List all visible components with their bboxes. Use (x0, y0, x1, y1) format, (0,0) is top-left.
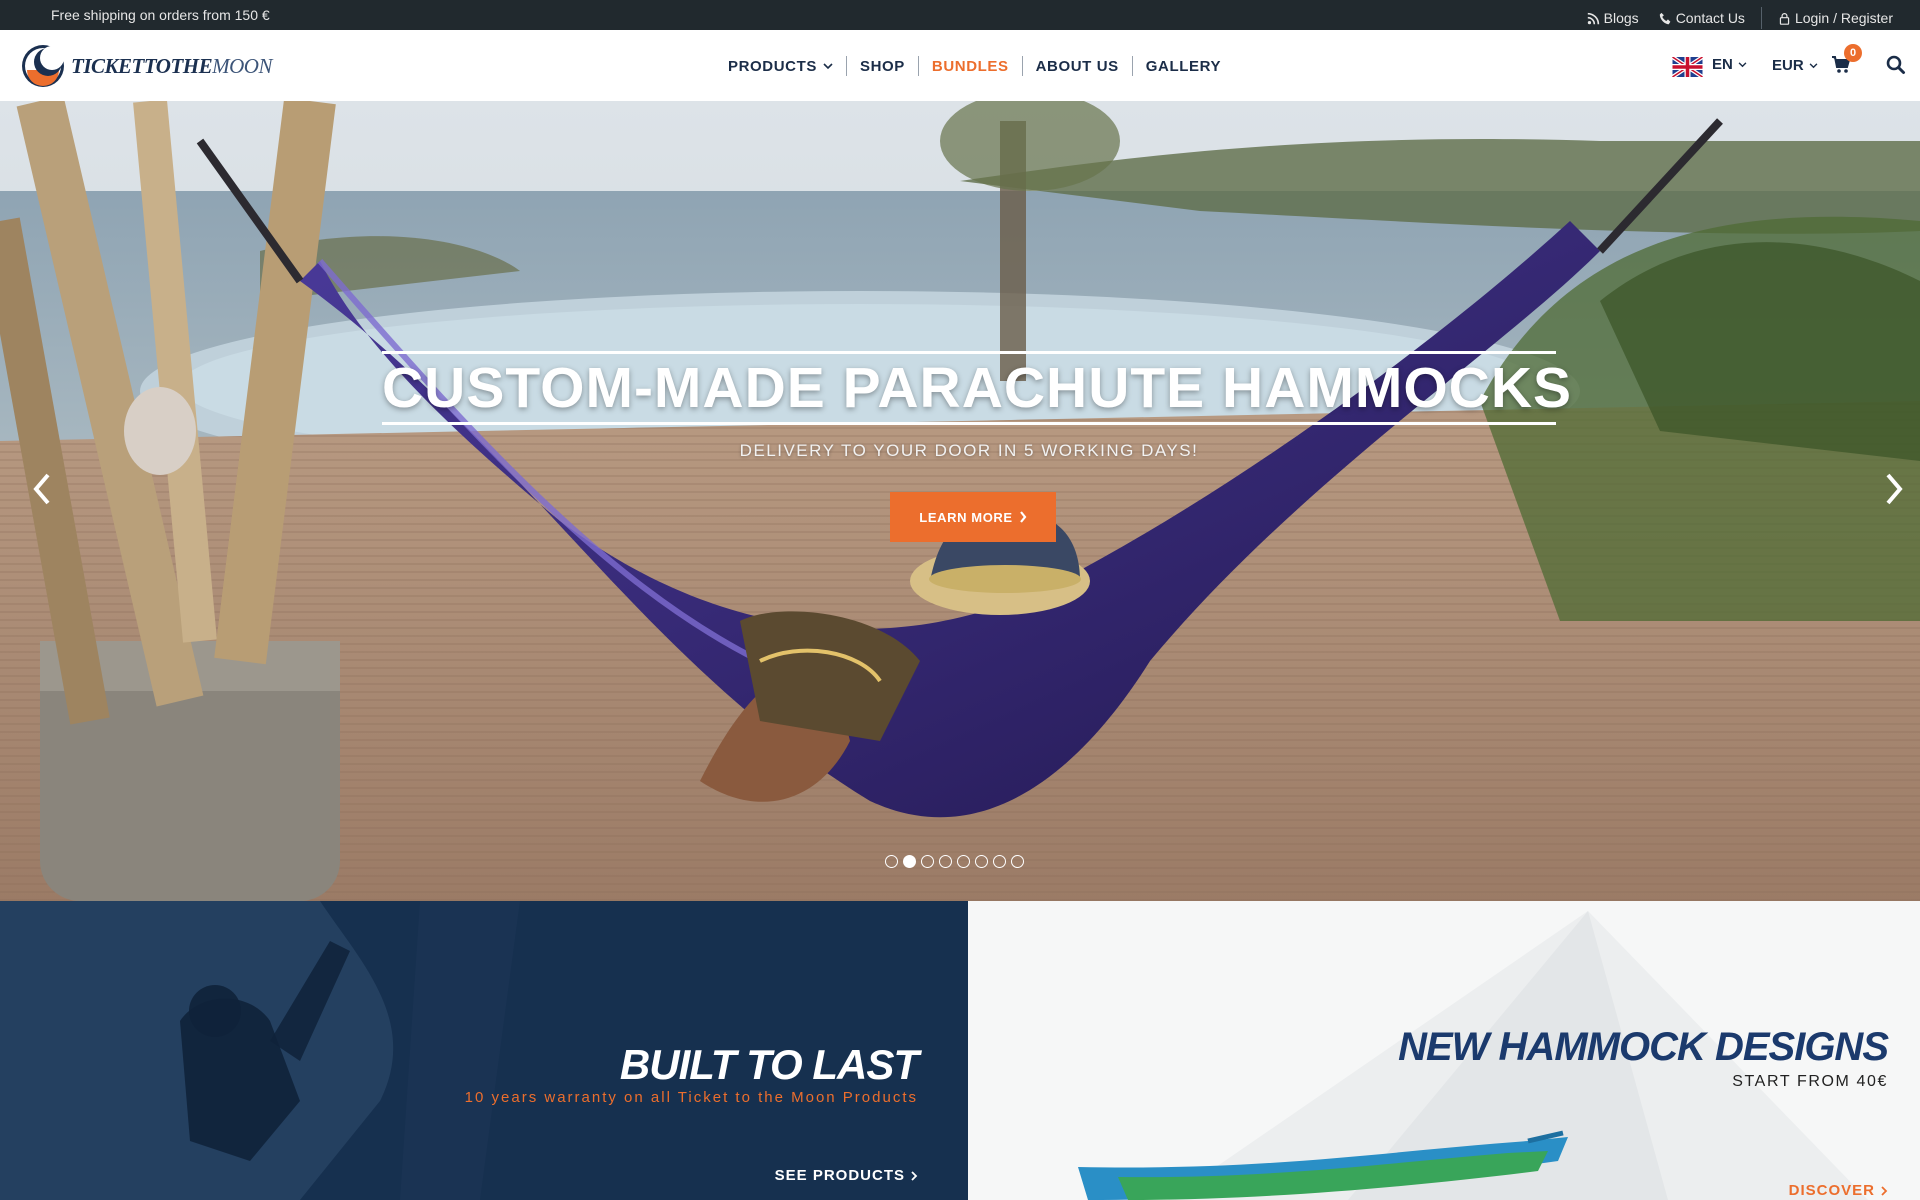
chevron-down-icon (1738, 61, 1747, 67)
main-nav: PRODUCTS SHOP BUNDLES ABOUT US GALLERY (728, 56, 1221, 76)
slide-dot-6[interactable] (975, 855, 988, 868)
language-label: EN (1712, 56, 1733, 73)
moon-logo-icon (22, 45, 64, 87)
chevron-down-icon (1809, 62, 1818, 68)
contact-link[interactable]: Contact Us (1659, 10, 1745, 26)
blogs-link[interactable]: Blogs (1587, 10, 1639, 26)
warranty-subtitle: 10 years warranty on all Ticket to the M… (464, 1089, 918, 1106)
free-shipping-notice: Free shipping on orders from 150 € (51, 7, 270, 23)
built-to-last-panel[interactable]: BUILT TO LAST 10 years warranty on all T… (0, 901, 968, 1200)
chevron-right-icon (911, 1170, 918, 1181)
currency-label: EUR (1772, 57, 1804, 74)
see-products-link[interactable]: SEE PRODUCTS (775, 1167, 918, 1184)
logo-text-light: MOON (212, 53, 272, 78)
learn-more-button[interactable]: LEARN MORE (890, 492, 1056, 542)
login-register-link[interactable]: Login / Register (1778, 10, 1893, 26)
hero-subtitle: DELIVERY TO YOUR DOOR IN 5 WORKING DAYS! (739, 441, 1199, 460)
uk-flag-icon (1672, 57, 1703, 77)
phone-icon (1659, 12, 1671, 24)
previous-slide-arrow[interactable] (28, 469, 54, 509)
logo[interactable]: TICKETTOTHEMOON (21, 44, 272, 88)
slide-indicators (885, 855, 1024, 868)
nav-divider (1021, 56, 1023, 76)
contact-label: Contact Us (1675, 10, 1745, 26)
hero-title-frame: CUSTOM-MADE PARACHUTE HAMMOCKS (382, 351, 1573, 425)
chevron-right-icon (1881, 1185, 1888, 1196)
slide-dot-8[interactable] (1011, 855, 1024, 868)
chevron-right-icon (1019, 511, 1027, 523)
blogs-label: Blogs (1603, 10, 1639, 26)
nav-divider (1131, 56, 1133, 76)
nav-divider (845, 56, 847, 76)
top-links: Blogs Contact Us Login / Register (1587, 7, 1893, 29)
hero-title: CUSTOM-MADE PARACHUTE HAMMOCKS (382, 356, 1573, 420)
nav-products[interactable]: PRODUCTS (728, 58, 833, 75)
next-slide-arrow[interactable] (1882, 469, 1908, 509)
rss-icon (1587, 12, 1599, 24)
nav-shop[interactable]: SHOP (860, 58, 905, 75)
header-tools: EN EUR 0 (1620, 30, 1920, 101)
slide-dot-2[interactable] (903, 855, 916, 868)
login-label: Login / Register (1794, 10, 1893, 26)
see-products-label: SEE PRODUCTS (774, 1167, 905, 1184)
nav-gallery[interactable]: GALLERY (1146, 58, 1221, 75)
logo-text-bold: TICKETTOTHE (71, 53, 213, 78)
slide-dot-5[interactable] (957, 855, 970, 868)
site-header: TICKETTOTHEMOON PRODUCTS SHOP BUNDLES AB… (0, 30, 1920, 102)
language-selector[interactable]: EN (1712, 56, 1747, 73)
built-to-last-title: BUILT TO LAST (619, 1041, 919, 1088)
search-icon[interactable] (1886, 55, 1906, 75)
slide-dot-4[interactable] (939, 855, 952, 868)
user-icon (1779, 12, 1790, 25)
slide-dot-1[interactable] (885, 855, 898, 868)
learn-more-label: LEARN MORE (919, 509, 1013, 525)
price-subtitle: START FROM 40€ (1732, 1073, 1888, 1090)
discover-link[interactable]: DISCOVER (1789, 1182, 1888, 1199)
discover-label: DISCOVER (1788, 1182, 1875, 1199)
new-designs-title: NEW HAMMOCK DESIGNS (1398, 1025, 1889, 1069)
nav-divider (917, 56, 919, 76)
top-bar: Free shipping on orders from 150 € Blogs… (0, 0, 1920, 30)
chevron-down-icon (823, 62, 833, 69)
divider (1760, 7, 1762, 29)
nav-bundles[interactable]: BUNDLES (932, 58, 1009, 75)
nav-about-us[interactable]: ABOUT US (1036, 58, 1119, 75)
hero-slider: CUSTOM-MADE PARACHUTE HAMMOCKS DELIVERY … (0, 101, 1920, 901)
new-hammock-designs-panel[interactable]: NEW HAMMOCK DESIGNS START FROM 40€ DISCO… (968, 901, 1920, 1200)
slide-dot-7[interactable] (993, 855, 1006, 868)
currency-selector[interactable]: EUR (1772, 57, 1818, 74)
logo-wordmark: TICKETTOTHEMOON (71, 54, 272, 79)
cart-count-badge: 0 (1844, 44, 1862, 62)
slide-dot-3[interactable] (921, 855, 934, 868)
nav-products-label: PRODUCTS (728, 57, 817, 75)
